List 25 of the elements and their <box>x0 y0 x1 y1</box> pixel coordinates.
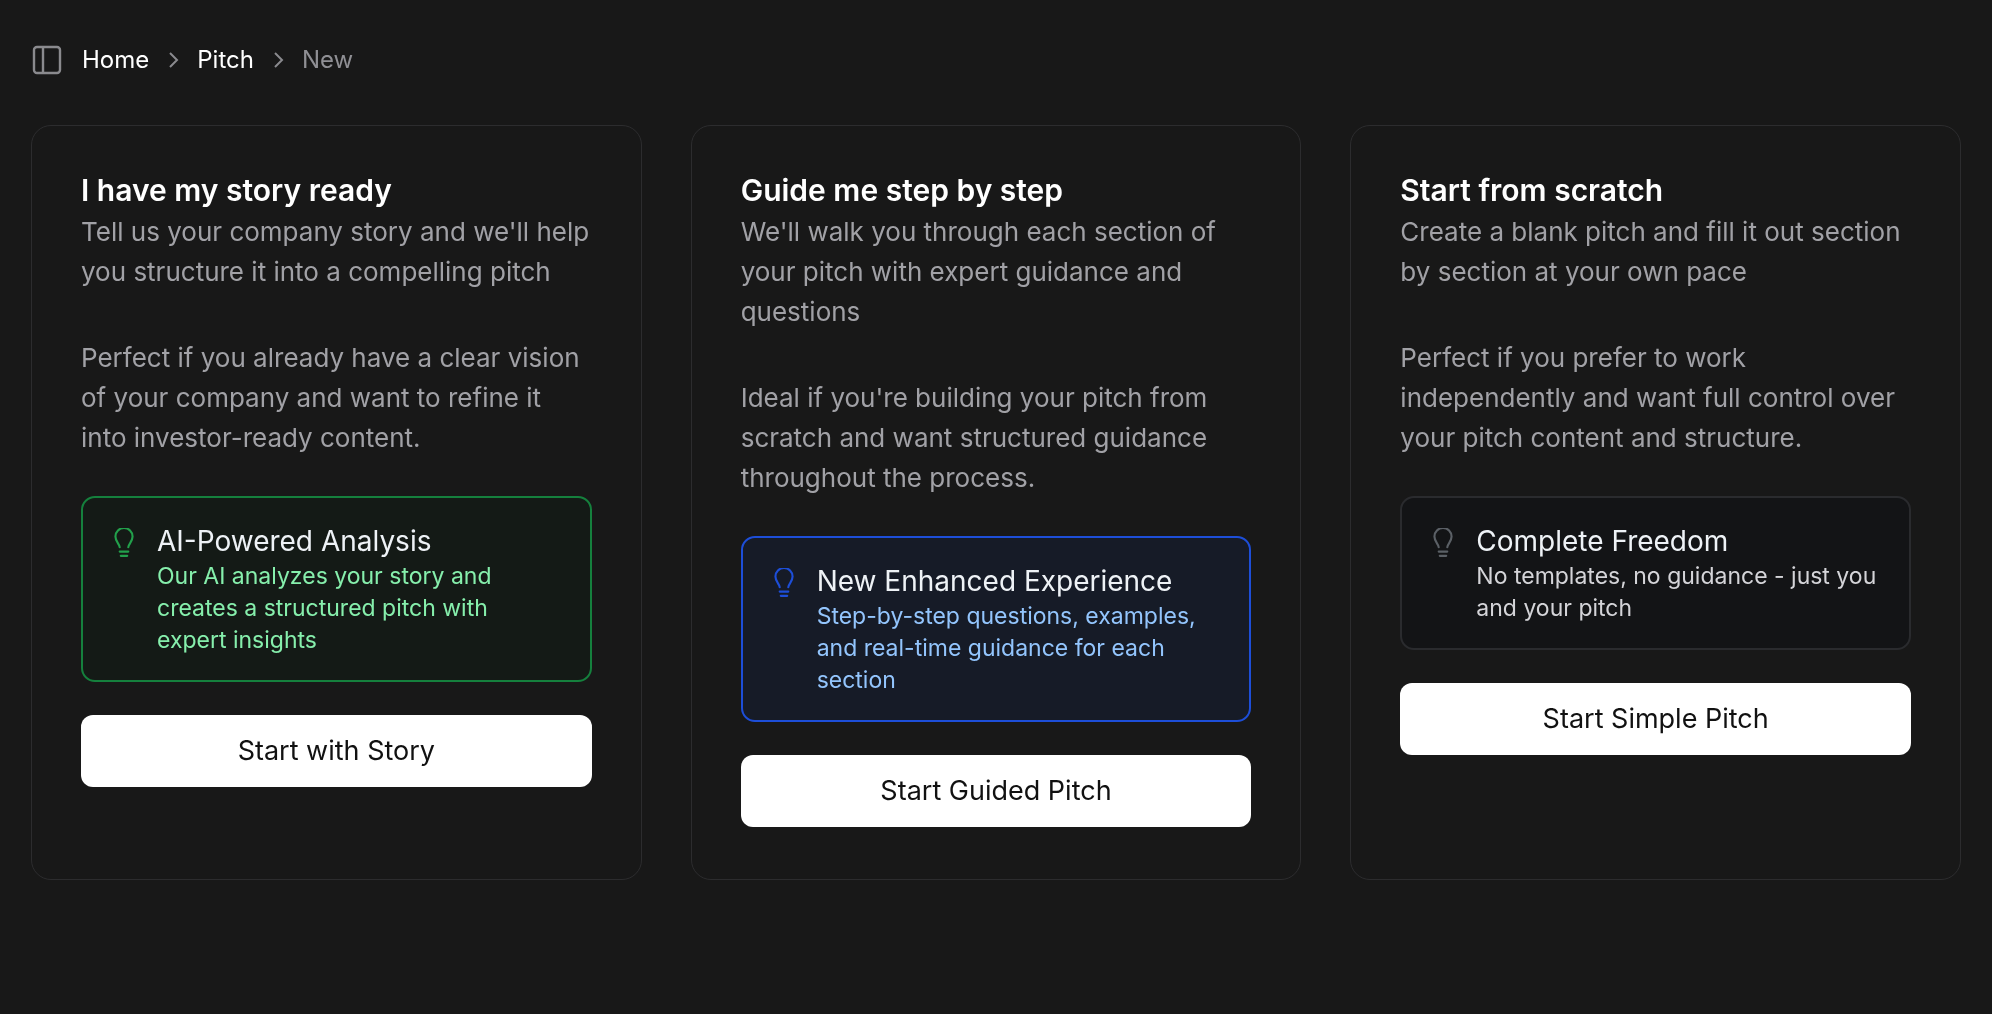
breadcrumb-current: New <box>301 43 354 76</box>
card-description: We'll walk you through each section of your pitch with expert guidance and questions <box>740 215 1217 329</box>
card-detail: Perfect if you already have a clear vision of your company and want to refine it into investor-ready content. <box>81 341 581 455</box>
start-button[interactable]: Start with Story <box>81 715 592 787</box>
callout-title: AI-Powered Analysis <box>157 523 433 560</box>
breadcrumb-link[interactable]: Pitch <box>197 41 254 78</box>
chevron-right-icon <box>167 50 180 69</box>
callout-text: Our AI analyzes your story and creates a structured pitch with expert insights <box>157 561 493 656</box>
start-button[interactable]: Start Guided Pitch <box>740 755 1252 827</box>
callout-title: New Enhanced Experience <box>816 563 1174 600</box>
start-button[interactable]: Start Simple Pitch <box>1400 683 1911 755</box>
lightbulb-icon <box>111 528 137 558</box>
breadcrumb-link[interactable]: Home <box>82 41 150 78</box>
card-description: Create a blank pitch and fill it out section by section at your own pace <box>1400 215 1902 289</box>
callout-text: Step-by-step questions, examples, and real-time guidance for each section <box>816 601 1197 696</box>
card-title: Start from scratch <box>1400 171 1665 210</box>
card-detail: Ideal if you're building your pitch from scratch and want structured guidance throughout the process. <box>740 381 1209 495</box>
card-title: I have my story ready <box>81 171 393 210</box>
card-detail: Perfect if you prefer to work independently and want full control over your pitch content and structure. <box>1400 341 1896 455</box>
card-description: Tell us your company story and we'll help you structure it into a compelling pitch <box>81 215 591 289</box>
sidebar-toggle-icon[interactable] <box>32 44 62 75</box>
card-title: Guide me step by step <box>740 171 1065 210</box>
chevron-right-icon <box>271 50 284 69</box>
callout-title: Complete Freedom <box>1476 523 1730 560</box>
callout-text: No templates, no guidance - just you and your pitch <box>1476 561 1878 624</box>
